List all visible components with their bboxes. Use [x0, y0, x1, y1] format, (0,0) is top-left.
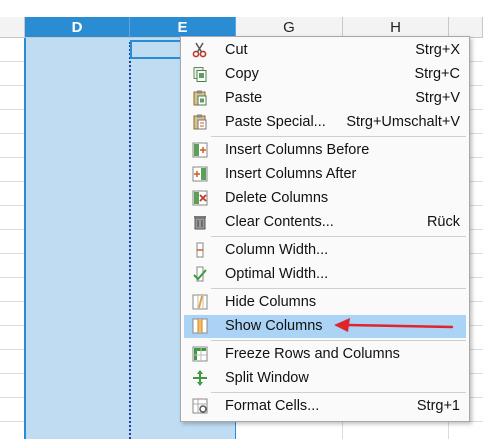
menu-item-paste-special[interactable]: Paste Special... Strg+Umschalt+V	[184, 111, 466, 134]
menu-separator	[211, 136, 466, 137]
menu-item-optimal-width[interactable]: Optimal Width...	[184, 263, 466, 286]
menu-shortcut: Strg+V	[415, 90, 460, 106]
optimal-width-icon	[193, 266, 207, 282]
menu-shortcut: Strg+X	[415, 42, 460, 58]
copy-icon	[193, 67, 207, 82]
menu-item-format-cells[interactable]: Format Cells... Strg+1	[184, 395, 466, 418]
trash-icon	[194, 216, 206, 230]
menu-item-paste[interactable]: Paste Strg+V	[184, 87, 466, 110]
insert-columns-after-icon	[192, 166, 208, 182]
menu-item-clear-contents[interactable]: Clear Contents... Rück	[184, 211, 466, 234]
column-header-row: D E G H	[0, 17, 483, 38]
context-menu: Cut Strg+X Copy Strg+C Paste Strg+V Past…	[180, 36, 470, 422]
menu-item-insert-columns-after[interactable]: Insert Columns After	[184, 163, 466, 186]
column-width-icon	[196, 242, 204, 258]
menu-label: Insert Columns Before	[225, 142, 370, 158]
menu-item-column-width[interactable]: Column Width...	[184, 239, 466, 262]
menu-shortcut: Strg+C	[414, 66, 460, 82]
menu-label: Freeze Rows and Columns	[225, 346, 400, 362]
paste-icon	[193, 90, 207, 106]
menu-label: Optimal Width...	[225, 266, 329, 282]
column-header-e[interactable]: E	[130, 17, 236, 38]
menu-label: Show Columns	[225, 318, 323, 334]
menu-separator	[211, 340, 466, 341]
menu-item-cut[interactable]: Cut Strg+X	[184, 39, 466, 62]
menu-label: Clear Contents...	[225, 214, 334, 230]
menu-item-copy[interactable]: Copy Strg+C	[184, 63, 466, 86]
menu-shortcut: Rück	[426, 214, 460, 230]
menu-label: Delete Columns	[225, 190, 329, 206]
column-header-g[interactable]: G	[236, 17, 343, 38]
menu-label: Hide Columns	[225, 294, 317, 310]
copy-marquee	[129, 42, 131, 439]
scissors-icon	[192, 42, 207, 58]
menu-label: Copy	[225, 66, 259, 82]
split-window-icon	[193, 370, 207, 386]
menu-label: Paste Special...	[225, 114, 326, 130]
menu-item-freeze-rows-columns[interactable]: Freeze Rows and Columns	[184, 343, 466, 366]
active-cell-cursor[interactable]	[130, 40, 186, 59]
menu-item-hide-columns[interactable]: Hide Columns	[184, 291, 466, 314]
menu-shortcut: Strg+1	[416, 398, 460, 414]
menu-label: Format Cells...	[225, 398, 320, 414]
menu-item-split-window[interactable]: Split Window	[184, 367, 466, 390]
show-columns-icon	[192, 318, 208, 334]
menu-label: Split Window	[225, 370, 309, 386]
delete-columns-icon	[192, 190, 208, 206]
column-header-next[interactable]	[449, 17, 483, 38]
column-header-h[interactable]: H	[343, 17, 449, 38]
menu-label: Cut	[225, 42, 248, 58]
menu-item-insert-columns-before[interactable]: Insert Columns Before	[184, 139, 466, 162]
menu-label: Paste	[225, 90, 263, 106]
menu-separator	[211, 288, 466, 289]
column-header-d[interactable]: D	[25, 17, 130, 38]
menu-label: Column Width...	[225, 242, 329, 258]
insert-columns-before-icon	[192, 142, 208, 158]
freeze-icon	[192, 346, 208, 362]
hide-columns-icon	[192, 294, 208, 310]
menu-label: Insert Columns After	[225, 166, 357, 182]
menu-item-delete-columns[interactable]: Delete Columns	[184, 187, 466, 210]
paste-special-icon	[193, 114, 207, 130]
menu-separator	[211, 392, 466, 393]
column-header-gap	[0, 17, 25, 38]
format-cells-icon	[192, 398, 208, 414]
menu-separator	[211, 236, 466, 237]
annotation-arrow	[334, 318, 454, 332]
selection-border	[24, 38, 26, 439]
menu-shortcut: Strg+Umschalt+V	[346, 114, 460, 130]
